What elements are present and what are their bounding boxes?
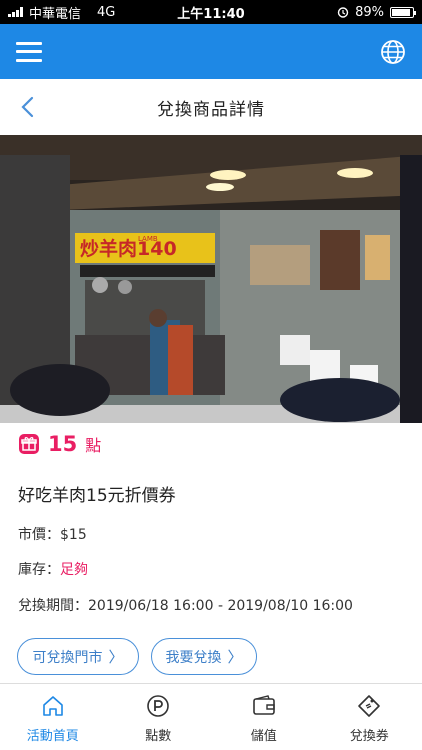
period-line: 兌換期間：2019/06/18 16:00 - 2019/08/10 16:00 (18, 595, 353, 615)
period-label: 兌換期間： (18, 598, 88, 614)
alarm-icon (337, 7, 349, 18)
tab-points[interactable]: 點數 (106, 684, 212, 750)
redeem-label: 我要兌換 (165, 649, 222, 666)
tab-topup[interactable]: 儲值 (211, 684, 317, 750)
points-row: 15 點 (18, 432, 101, 456)
stock-value: 足夠 (60, 562, 88, 578)
coupon-icon (358, 695, 381, 717)
tab-coupons-label: 兌換券 (349, 729, 389, 744)
stock-line: 庫存：足夠 (18, 559, 88, 579)
tab-home-label: 活動首頁 (26, 729, 79, 744)
price-line: 市價：$15 (18, 524, 87, 544)
tab-coupons[interactable]: 兌換券 (317, 684, 422, 750)
wallet-icon (252, 695, 275, 715)
chevron-right-icon: 〉 (108, 648, 124, 666)
title-bar: 兌換商品詳情 (0, 79, 422, 135)
chevron-right-icon: 〉 (227, 648, 243, 666)
back-icon[interactable] (18, 95, 40, 119)
signal-icon (8, 7, 23, 17)
stock-label: 庫存： (18, 562, 60, 578)
points-icon (147, 695, 170, 717)
points-value: 15 (48, 432, 78, 456)
redeem-button[interactable]: 我要兌換 〉 (151, 638, 257, 675)
product-image: 炒羊肉140 LAMB (0, 135, 422, 423)
bottom-tab-bar: 活動首頁 點數 儲值 兌換券 (0, 683, 422, 750)
carrier-name: 中華電信 (29, 6, 82, 22)
price-value: $15 (60, 527, 87, 543)
shop-sign-text: 炒羊肉140 (80, 237, 177, 260)
period-value: 2019/06/18 16:00 - 2019/08/10 16:00 (88, 598, 353, 614)
shop-sign-small: LAMB (138, 235, 158, 243)
available-stores-label: 可兌換門市 (32, 649, 103, 666)
tab-home[interactable]: 活動首頁 (0, 684, 106, 750)
product-name: 好吃羊肉15元折價券 (18, 486, 176, 506)
battery-icon (390, 6, 416, 18)
gift-icon (19, 434, 39, 454)
home-icon (42, 696, 63, 716)
globe-icon[interactable] (380, 39, 406, 65)
page-title: 兌換商品詳情 (157, 99, 265, 120)
app-bar (0, 24, 422, 79)
tab-topup-label: 儲值 (250, 729, 277, 744)
available-stores-button[interactable]: 可兌換門市 〉 (17, 638, 139, 675)
menu-icon[interactable] (16, 41, 42, 62)
points-unit: 點 (85, 436, 102, 455)
battery-percent: 89% (355, 4, 384, 20)
tab-points-label: 點數 (145, 729, 172, 744)
status-bar: 中華電信 4G 上午11:40 89% (0, 0, 422, 24)
price-label: 市價： (18, 527, 60, 543)
network-type: 4G (97, 4, 116, 20)
